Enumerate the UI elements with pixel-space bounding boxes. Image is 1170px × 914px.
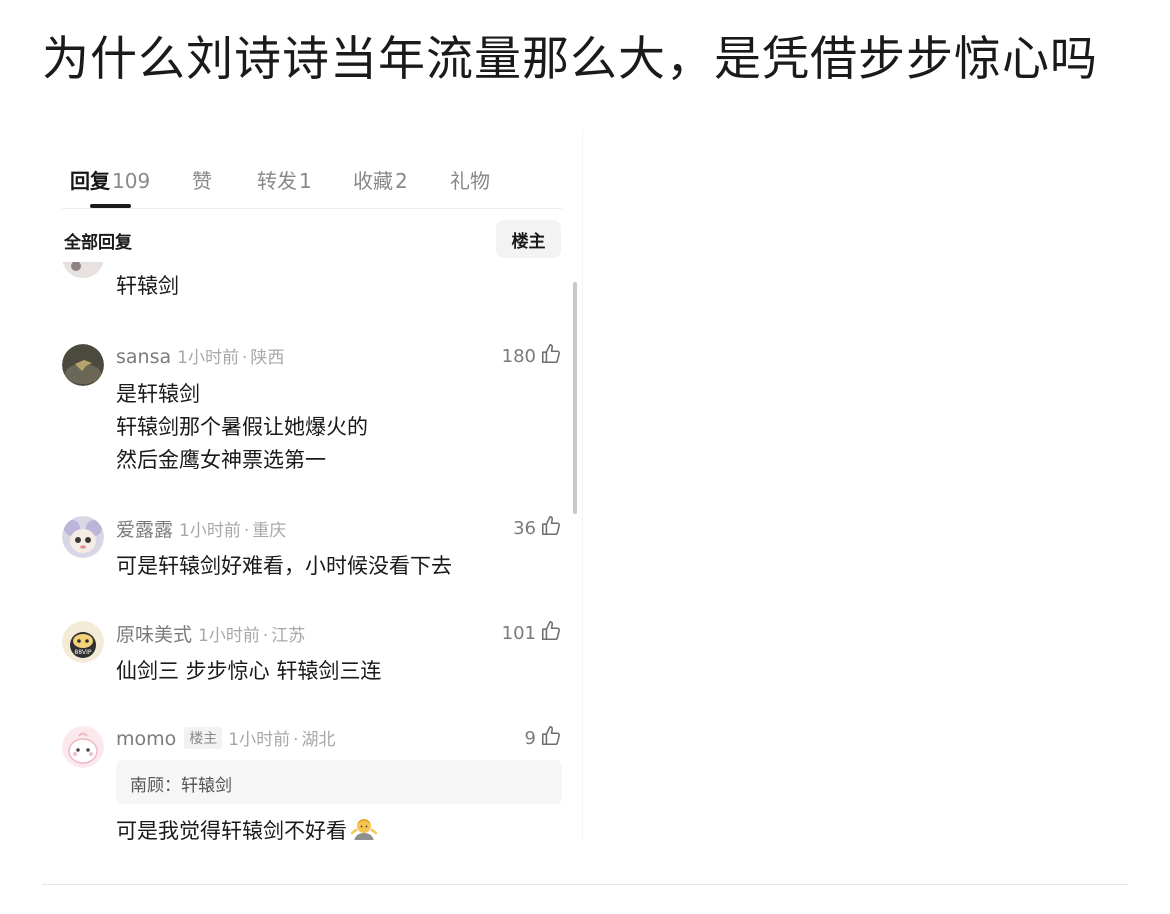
comment-text-line: 仙剑三 步步惊心 轩辕剑三连 [116, 659, 382, 683]
comment-time: 1小时前 [177, 348, 239, 368]
person-shrugging-emoji [350, 816, 378, 840]
quoted-reply[interactable]: 南顾：轩辕剑 [116, 760, 562, 804]
tab-likes[interactable]: 赞 [192, 165, 212, 194]
author-name[interactable]: momo [116, 728, 176, 750]
comment-location: 重庆 [252, 521, 287, 541]
post-title: 为什么刘诗诗当年流量那么大，是凭借步步惊心吗 [42, 32, 1098, 87]
comment-text-line: 是轩辕剑 [116, 382, 200, 406]
comment-time: 1小时前 [179, 521, 241, 541]
comment-meta: 原味美式 1小时前 · 江苏 [116, 624, 306, 646]
thumb-up-icon [540, 620, 562, 646]
comment-item: momo 楼主 1小时前 · 湖北 9 南顾：轩辕剑 可是我觉得轩辕剑不好看 [62, 726, 562, 840]
author-name[interactable]: sansa [116, 346, 171, 368]
comment-time: 1小时前 [198, 626, 260, 646]
tab-replies[interactable]: 回复 109 [70, 165, 150, 194]
like-count: 180 [501, 345, 536, 367]
avatar[interactable] [62, 344, 104, 386]
avatar[interactable]: 88VIP [62, 621, 104, 663]
comment-text-line: 可是轩辕剑好难看，小时候没看下去 [116, 554, 452, 578]
tab-reposts[interactable]: 转发 1 [257, 165, 312, 194]
divider [42, 884, 1128, 885]
like-count: 101 [501, 622, 536, 644]
comment-location: 湖北 [301, 730, 336, 750]
owner-only-button[interactable]: 楼主 [496, 220, 561, 258]
avatar[interactable] [62, 262, 104, 278]
like-button[interactable]: 101 [502, 620, 562, 646]
avatar[interactable] [62, 516, 104, 558]
comment-meta: 爱露露 1小时前 · 重庆 [116, 519, 287, 541]
comment-item: sansa 1小时前 · 陕西 180 是轩辕剑 轩辕剑那个暑假让她爆火的 然后金鹰女… [62, 344, 562, 474]
thumb-up-icon [540, 515, 562, 541]
like-count: 36 [513, 517, 536, 539]
avatar[interactable] [62, 726, 104, 768]
comment-location: 江苏 [271, 626, 306, 646]
tab-favorites[interactable]: 收藏 2 [353, 165, 408, 194]
panel-edge [582, 130, 583, 840]
like-button[interactable]: 36 [513, 515, 562, 541]
comment-text-line: 然后金鹰女神票选第一 [116, 448, 326, 472]
owner-tag: 楼主 [184, 727, 223, 749]
comment-text-line: 轩辕剑 [116, 274, 179, 298]
author-name[interactable]: 原味美式 [116, 624, 192, 646]
quoted-reply-text: 南顾：轩辕剑 [130, 776, 232, 796]
thumb-up-icon [540, 343, 562, 369]
comment-location: 陕西 [250, 348, 285, 368]
tab-gifts[interactable]: 礼物 [450, 165, 490, 194]
author-name[interactable]: 爱露露 [116, 519, 173, 541]
thumb-up-icon [540, 725, 562, 751]
comment-panel: 回复 109 赞 转发 1 收藏 2 礼物 全部回复 楼主 轩辕剑 sansa … [62, 150, 580, 840]
scrollbar[interactable] [573, 282, 577, 514]
like-button[interactable]: 180 [502, 343, 562, 369]
comment-item: 轩辕剑 [62, 262, 562, 298]
avatar-badge-text: 88VIP [74, 649, 92, 656]
tab-bar: 回复 109 赞 转发 1 收藏 2 礼物 [62, 150, 562, 209]
active-tab-indicator [90, 204, 131, 208]
comment-list: 轩辕剑 sansa 1小时前 · 陕西 180 是轩辕剑 轩辕剑那个暑假让她爆火… [62, 262, 562, 840]
all-replies-label: 全部回复 [64, 233, 132, 253]
reply-filter-bar: 全部回复 楼主 [62, 220, 562, 260]
comment-time: 1小时前 [228, 730, 291, 750]
comment-text-line: 可是我觉得轩辕剑不好看 [116, 815, 378, 840]
like-count: 9 [524, 727, 536, 749]
comment-meta: momo 楼主 1小时前 · 湖北 [116, 727, 336, 750]
comment-item: 爱露露 1小时前 · 重庆 36 可是轩辕剑好难看，小时候没看下去 [62, 516, 562, 580]
comment-item: 88VIP 原味美式 1小时前 · 江苏 101 仙剑三 步步惊心 轩辕剑三连 [62, 621, 562, 685]
like-button[interactable]: 9 [525, 725, 562, 751]
comment-meta: sansa 1小时前 · 陕西 [116, 346, 285, 368]
comment-text-line: 轩辕剑那个暑假让她爆火的 [116, 415, 368, 439]
